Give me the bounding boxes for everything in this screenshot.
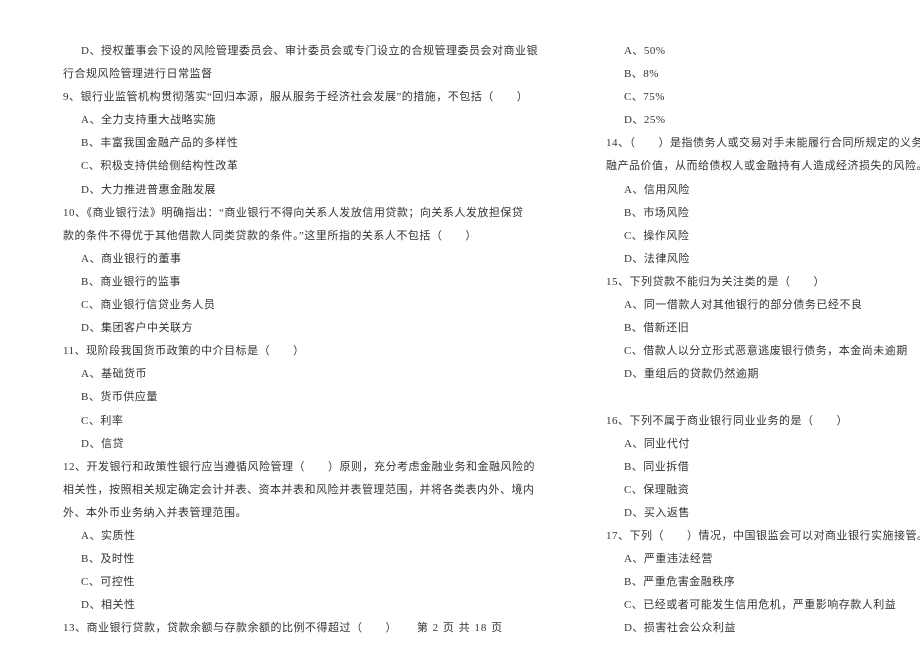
rightColumn-line: D、重组后的贷款仍然逾期 bbox=[588, 363, 920, 386]
left-column: D、授权董事会下设的风险管理委员会、审计委员会或专门设立的合规管理委员会对商业银… bbox=[45, 40, 538, 600]
leftColumn-line: C、商业银行信贷业务人员 bbox=[45, 294, 538, 317]
rightColumn-line: 14、（ ）是指债务人或交易对手未能履行合同所规定的义务或信用质量发生变化，影响… bbox=[588, 132, 920, 155]
rightColumn-line: A、同业代付 bbox=[588, 433, 920, 456]
rightColumn-line: A、同一借款人对其他银行的部分债务已经不良 bbox=[588, 294, 920, 317]
leftColumn-line: A、基础货币 bbox=[45, 363, 538, 386]
rightColumn-line: C、已经或者可能发生信用危机，严重影响存款人利益 bbox=[588, 594, 920, 617]
leftColumn-line: 9、银行业监管机构贯彻落实“回归本源，服从服务于经济社会发展”的措施，不包括（ … bbox=[45, 86, 538, 109]
rightColumn-line: C、借款人以分立形式恶意逃废银行债务，本金尚未逾期 bbox=[588, 340, 920, 363]
rightColumn-line: C、操作风险 bbox=[588, 225, 920, 248]
rightColumn-line: B、严重危害金融秩序 bbox=[588, 571, 920, 594]
leftColumn-line: A、商业银行的董事 bbox=[45, 248, 538, 271]
leftColumn-line: 10、《商业银行法》明确指出：“商业银行不得向关系人发放信用贷款；向关系人发放担… bbox=[45, 202, 538, 225]
leftColumn-line: 行合规风险管理进行日常监督 bbox=[45, 63, 538, 86]
leftColumn-line: 款的条件不得优于其他借款人同类贷款的条件。”这里所指的关系人不包括（ ） bbox=[45, 225, 538, 248]
leftColumn-line: 相关性，按照相关规定确定会计并表、资本并表和风险并表管理范围，并将各类表内外、境… bbox=[45, 479, 538, 502]
rightColumn-line: A、严重违法经营 bbox=[588, 548, 920, 571]
leftColumn-line: 外、本外币业务纳入并表管理范围。 bbox=[45, 502, 538, 525]
leftColumn-line: C、可控性 bbox=[45, 571, 538, 594]
rightColumn-line: D、25% bbox=[588, 109, 920, 132]
leftColumn-line: 12、开发银行和政策性银行应当遵循风险管理（ ）原则，充分考虑金融业务和金融风险… bbox=[45, 456, 538, 479]
leftColumn-line: B、及时性 bbox=[45, 548, 538, 571]
leftColumn-line: D、大力推进普惠金融发展 bbox=[45, 179, 538, 202]
leftColumn-line: D、相关性 bbox=[45, 594, 538, 617]
rightColumn-line: B、同业拆借 bbox=[588, 456, 920, 479]
rightColumn-line: C、75% bbox=[588, 86, 920, 109]
leftColumn-line: A、实质性 bbox=[45, 525, 538, 548]
leftColumn-line: D、集团客户中关联方 bbox=[45, 317, 538, 340]
leftColumn-line: B、丰富我国金融产品的多样性 bbox=[45, 132, 538, 155]
rightColumn-line: A、信用风险 bbox=[588, 179, 920, 202]
leftColumn-line: A、全力支持重大战略实施 bbox=[45, 109, 538, 132]
page-body: D、授权董事会下设的风险管理委员会、审计委员会或专门设立的合规管理委员会对商业银… bbox=[45, 40, 875, 600]
rightColumn-line: C、保理融资 bbox=[588, 479, 920, 502]
rightColumn-line: 融产品价值，从而给债权人或金融持有人造成经济损失的风险。 bbox=[588, 155, 920, 178]
right-column: A、50%B、8%C、75%D、25%14、（ ）是指债务人或交易对手未能履行合… bbox=[588, 40, 920, 600]
rightColumn-line: 16、下列不属于商业银行同业业务的是（ ） bbox=[588, 410, 920, 433]
leftColumn-line: B、货币供应量 bbox=[45, 386, 538, 409]
rightColumn-line: B、借新还旧 bbox=[588, 317, 920, 340]
rightColumn-line: B、8% bbox=[588, 63, 920, 86]
rightColumn-line: 15、下列贷款不能归为关注类的是（ ） bbox=[588, 271, 920, 294]
leftColumn-line: 11、现阶段我国货币政策的中介目标是（ ） bbox=[45, 340, 538, 363]
rightColumn-line: D、买入返售 bbox=[588, 502, 920, 525]
rightColumn-line: D、法律风险 bbox=[588, 248, 920, 271]
rightColumn-line bbox=[588, 386, 920, 409]
leftColumn-line: B、商业银行的监事 bbox=[45, 271, 538, 294]
leftColumn-line: C、利率 bbox=[45, 410, 538, 433]
rightColumn-line: A、50% bbox=[588, 40, 920, 63]
leftColumn-line: C、积极支持供给侧结构性改革 bbox=[45, 155, 538, 178]
leftColumn-line: D、信贷 bbox=[45, 433, 538, 456]
leftColumn-line: D、授权董事会下设的风险管理委员会、审计委员会或专门设立的合规管理委员会对商业银 bbox=[45, 40, 538, 63]
rightColumn-line: 17、下列（ ）情况，中国银监会可以对商业银行实施接管。 bbox=[588, 525, 920, 548]
page-footer: 第 2 页 共 18 页 bbox=[0, 619, 920, 635]
rightColumn-line: B、市场风险 bbox=[588, 202, 920, 225]
